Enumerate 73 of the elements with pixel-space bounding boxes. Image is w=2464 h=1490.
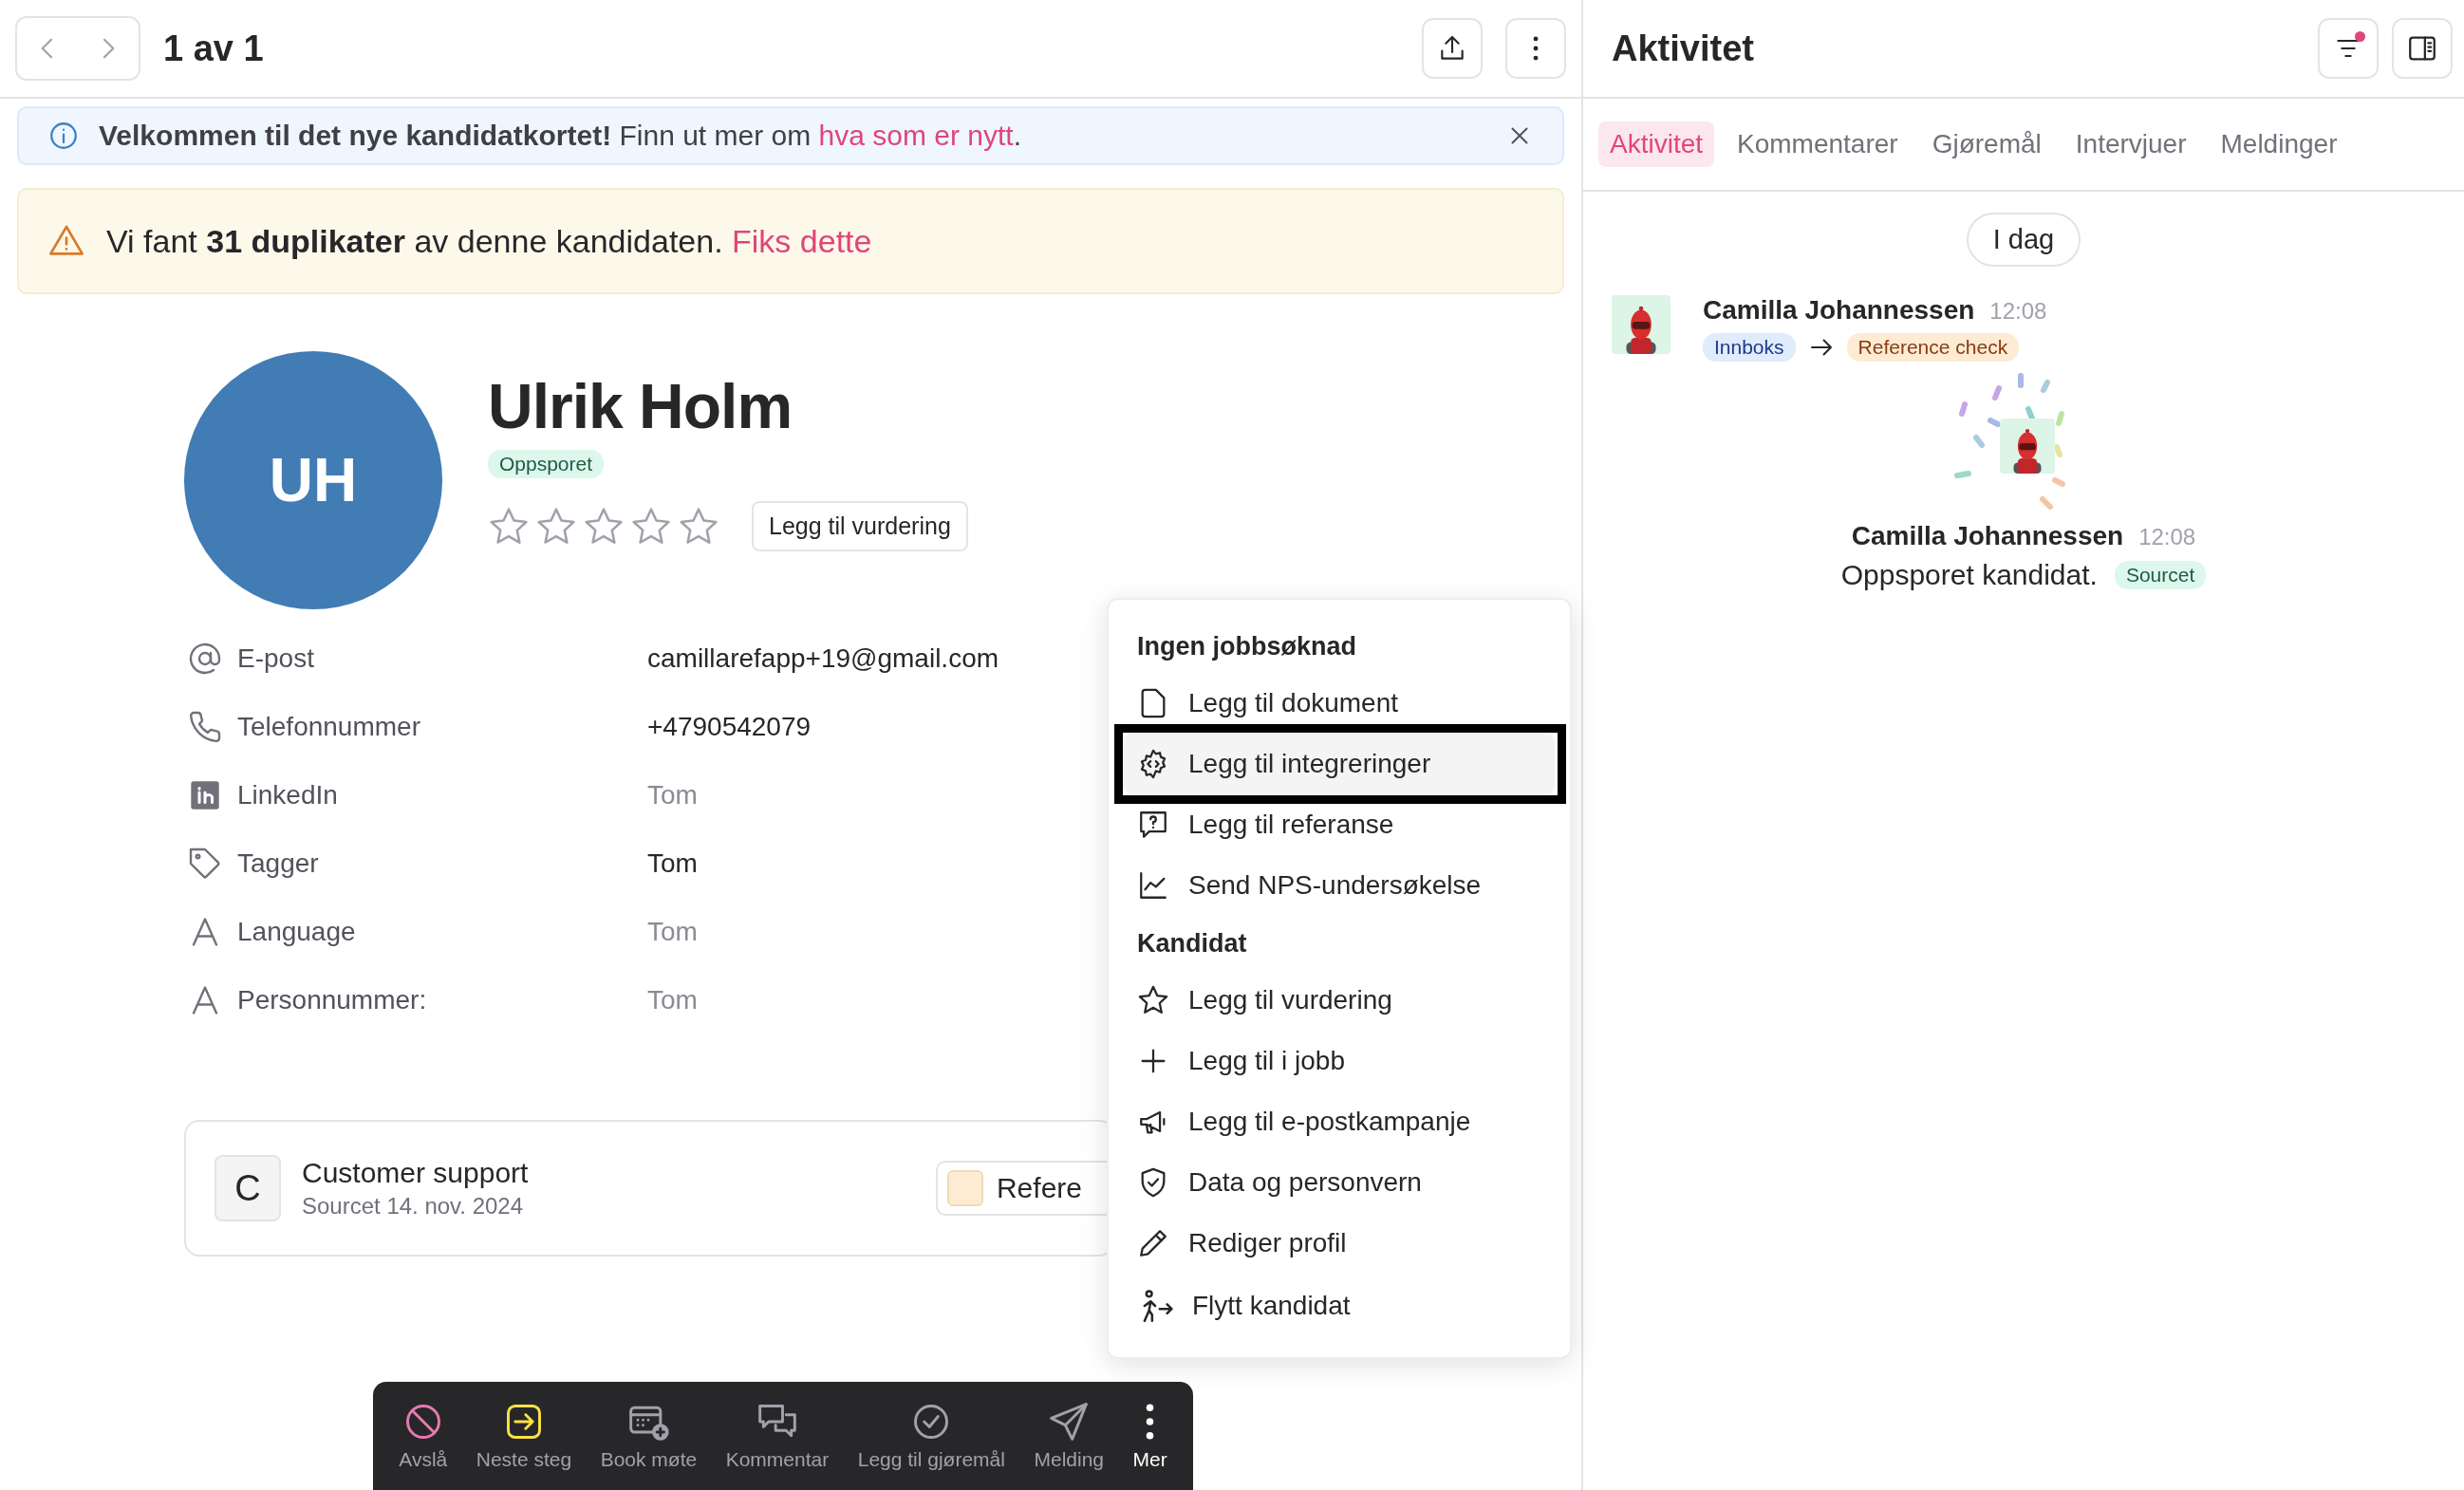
pencil-icon [1137, 1227, 1169, 1259]
event-time: 12:08 [1989, 298, 2047, 325]
field-label: LinkedIn [237, 780, 339, 810]
at-sign-icon [188, 642, 222, 676]
actor-name: Camilla Johannessen [1851, 521, 2124, 551]
info-icon [47, 120, 80, 152]
field-value: Tom [647, 917, 698, 947]
more-button[interactable] [1505, 18, 1566, 79]
question-bubble-icon [1137, 809, 1169, 841]
field-label: Personnummer: [237, 985, 428, 1015]
menu-item[interactable]: Send NPS-undersøkelse [1124, 855, 1555, 916]
actor-name: Camilla Johannessen [1703, 295, 1975, 326]
action-button[interactable]: Melding [1034, 1401, 1104, 1471]
field-value: Tom [647, 848, 698, 879]
menu-item[interactable]: Rediger profil [1124, 1213, 1555, 1274]
job-title: Customer support [302, 1157, 530, 1189]
filter-button[interactable] [2318, 18, 2379, 79]
job-initial: C [215, 1155, 281, 1221]
panel-tab[interactable]: Kommentarer [1726, 121, 1910, 167]
menu-item[interactable]: Data og personvern [1124, 1152, 1555, 1213]
action-button[interactable]: Avslå [399, 1401, 448, 1471]
avatar: UH [184, 351, 442, 609]
to-stage-tag: Reference check [1846, 333, 2020, 362]
duplicate-message: Vi fant 31 duplikater av denne kandidaten. Fiks dette [106, 222, 873, 260]
panel-tab[interactable]: Intervjuer [2063, 121, 2198, 167]
from-stage-tag: Innboks [1703, 333, 1796, 362]
panel-toggle-button[interactable] [2392, 18, 2453, 79]
event-time: 12:08 [2138, 524, 2196, 550]
candidate-name: Ulrik Holm [488, 370, 793, 442]
pager-text: 1 av 1 [163, 28, 264, 69]
menu-item[interactable]: Legg til integreringer [1124, 734, 1555, 794]
date-pill: I dag [1966, 213, 2081, 267]
action-button[interactable]: Mer [1132, 1401, 1167, 1471]
field-label: Telefonnummer [237, 712, 421, 742]
field-value: +4790542079 [647, 712, 812, 742]
menu-item[interactable]: Legg til referanse [1124, 794, 1555, 855]
phone-icon [188, 710, 222, 744]
chart-icon [1137, 869, 1169, 902]
field-label: Tagger [237, 848, 320, 879]
field-value: Tom [647, 985, 698, 1015]
panel-title: Aktivitet [1612, 28, 1754, 69]
share-button[interactable] [1422, 18, 1483, 79]
menu-section-title: Ingen jobbsøknad [1136, 631, 1357, 662]
star-icon [1137, 984, 1169, 1016]
menu-item[interactable]: Legg til dokument [1124, 673, 1555, 734]
menu-item[interactable]: Legg til vurdering [1124, 970, 1555, 1031]
panel-tab[interactable]: Meldinger [2209, 121, 2349, 167]
action-button[interactable]: Kommentar [725, 1401, 830, 1471]
tag-icon [188, 847, 222, 881]
menu-item[interactable]: Legg til e-postkampanje [1124, 1091, 1555, 1152]
whats-new-link[interactable]: hva som er nytt [818, 120, 1014, 151]
status-badge: Oppsporet [488, 450, 605, 478]
field-label: E-post [237, 643, 315, 674]
fix-link[interactable]: Fiks dette [732, 222, 872, 259]
panel-tab[interactable]: Gjøremål [1920, 121, 2053, 167]
sourced-date: Sourcet 14. nov. 2024 [302, 1193, 525, 1220]
sourced-badge: Sourcet [2114, 561, 2207, 589]
info-message: Velkommen til det nye kandidatkortet! Finn ut mer om hva som er nytt. [99, 120, 1022, 152]
more-icon [1533, 36, 1539, 61]
field-value: camillarefapp+19@gmail.com [647, 643, 999, 674]
paper-plane-icon [1048, 1401, 1091, 1443]
field-label: Language [237, 917, 357, 947]
field-value: Tom [647, 780, 698, 810]
menu-section-title: Kandidat [1136, 928, 1248, 959]
more-icon [1146, 1404, 1155, 1440]
event-text: Oppsporet kandidat. [1840, 559, 2098, 591]
action-button[interactable]: Neste steg [476, 1401, 572, 1471]
add-rating-button[interactable]: Legg til vurdering [752, 501, 968, 551]
action-button[interactable]: Book møte [600, 1401, 698, 1471]
linkedin-icon [188, 778, 222, 812]
menu-item[interactable]: Flytt kandidat [1124, 1274, 1555, 1338]
menu-item[interactable]: Legg til i jobb [1124, 1031, 1555, 1091]
action-button[interactable]: Legg til gjøremål [857, 1401, 1005, 1471]
